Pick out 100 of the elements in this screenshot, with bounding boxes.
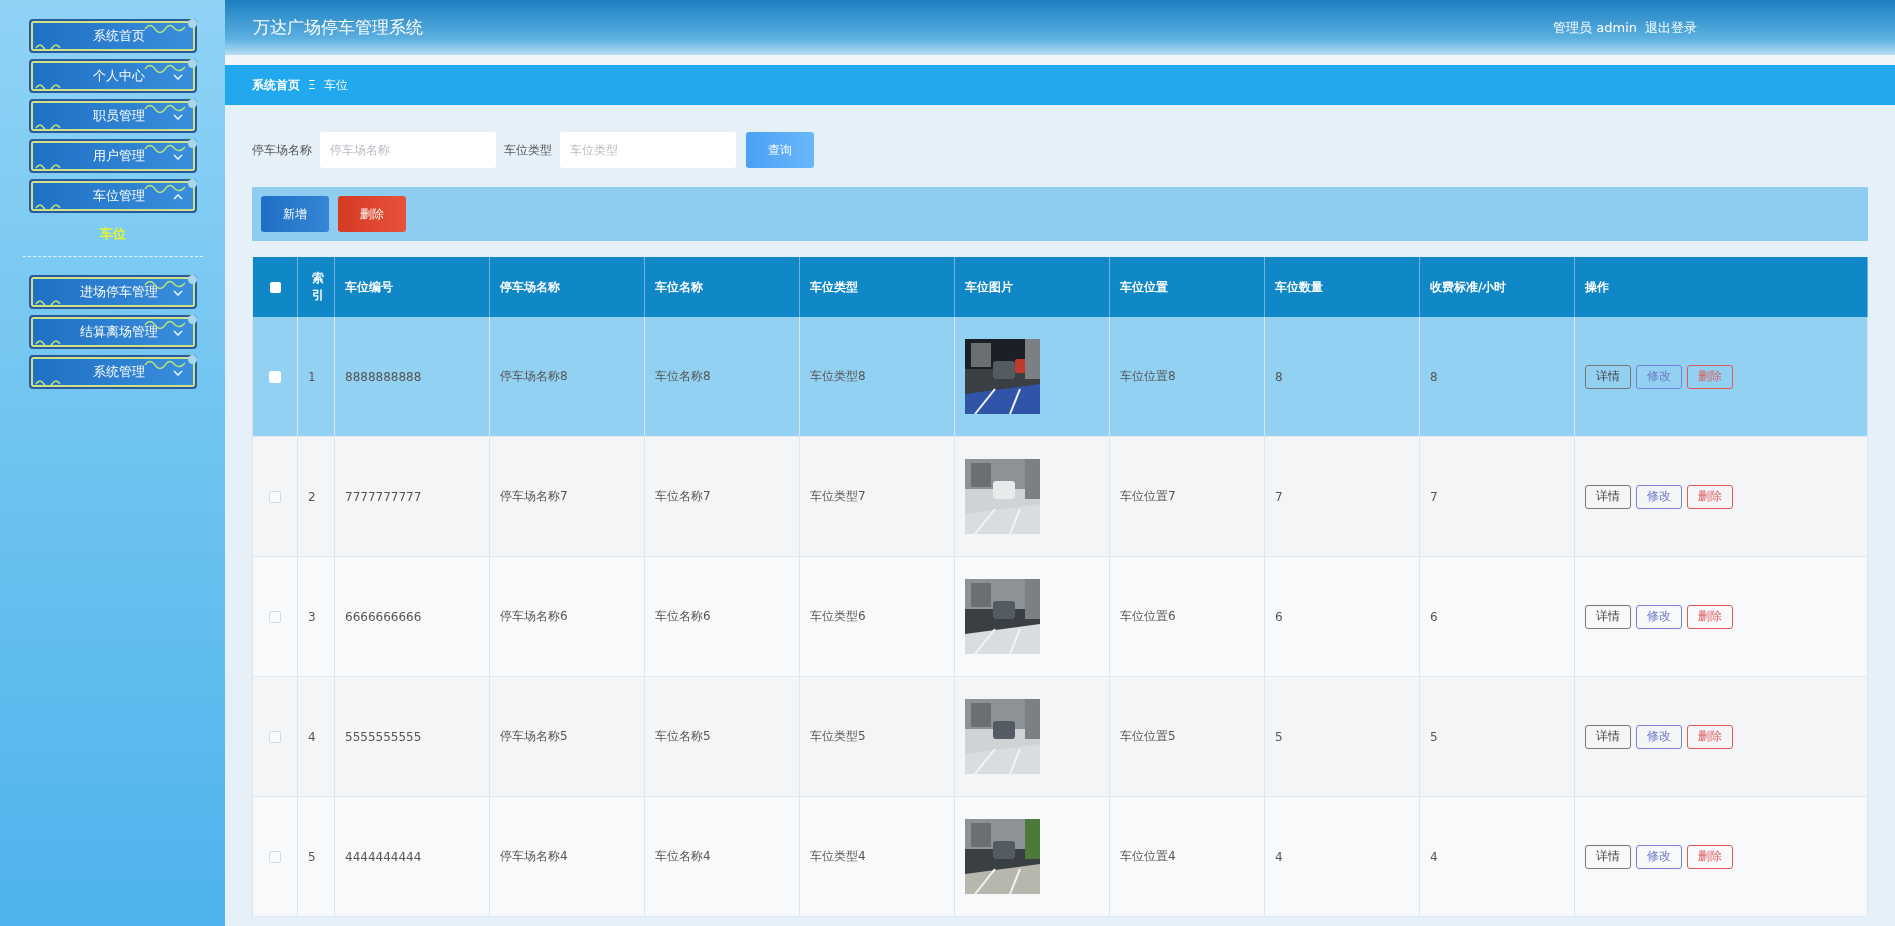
table-cell: 4444444444 <box>335 797 490 916</box>
delete-button[interactable]: 删除 <box>1687 484 1733 509</box>
logout-link[interactable]: 退出登录 <box>1645 18 1697 37</box>
dot-icon <box>187 139 197 148</box>
table-cell: 停车场名称8 <box>490 317 645 436</box>
table-cell: 6666666666 <box>335 557 490 676</box>
table-cell: 停车场名称4 <box>490 797 645 916</box>
table-row[interactable]: 1 8888888888 停车场名称8 车位名称8 车位类型8 车位位置8 8 8 详情 修改 删除 <box>253 317 1868 437</box>
delete-button[interactable]: 删除 <box>338 196 406 232</box>
search-button[interactable]: 查询 <box>746 132 814 168</box>
table-cell: 5555555555 <box>335 677 490 796</box>
table-cell: 7 <box>1420 437 1575 556</box>
table-cell: 8888888888 <box>335 317 490 436</box>
table-cell: 8 <box>1265 317 1420 436</box>
detail-button[interactable]: 详情 <box>1585 844 1631 869</box>
field-label: 停车场名称 <box>252 141 312 159</box>
table-cell: 3 <box>298 557 335 676</box>
table-cell: 车位位置6 <box>1110 557 1265 676</box>
menu-item[interactable]: 进场停车管理 <box>28 275 197 309</box>
chevron-icon <box>172 290 183 296</box>
edit-button[interactable]: 修改 <box>1636 604 1682 629</box>
chevron-icon <box>172 114 183 120</box>
table-cell: 5 <box>1420 677 1575 796</box>
dot-icon <box>187 59 197 68</box>
menu-item[interactable]: 结算离场管理 <box>28 315 197 349</box>
table-row[interactable]: 5 4444444444 停车场名称4 车位名称4 车位类型4 车位位置4 4 4 详情 修改 删除 <box>253 797 1868 917</box>
table-cell: 停车场名称7 <box>490 437 645 556</box>
table-cell: 4 <box>1420 797 1575 916</box>
checkbox[interactable] <box>269 490 281 503</box>
menu-item[interactable]: 系统首页 <box>28 19 197 53</box>
dot-icon <box>187 19 197 28</box>
edit-button[interactable]: 修改 <box>1636 724 1682 749</box>
breadcrumb-link[interactable]: 车位 <box>323 76 348 94</box>
table-cell: 6 <box>1420 557 1575 676</box>
table-cell: 4 <box>298 677 335 796</box>
table-cell: 车位位置7 <box>1110 437 1265 556</box>
checkbox[interactable] <box>269 730 281 743</box>
chevron-icon <box>172 370 183 376</box>
delete-button[interactable]: 删除 <box>1687 604 1733 629</box>
dot-icon <box>187 99 197 108</box>
chevron-icon <box>172 194 183 200</box>
dot-icon <box>187 355 197 364</box>
user-label: 管理员 admin <box>1553 18 1637 37</box>
detail-button[interactable]: 详情 <box>1585 604 1631 629</box>
table-cell: 车位名称7 <box>645 437 800 556</box>
table-cell: 8 <box>1420 317 1575 436</box>
chevron-icon <box>172 154 183 160</box>
detail-button[interactable]: 详情 <box>1585 364 1631 389</box>
table-cell: 车位名称4 <box>645 797 800 916</box>
table-cell: 2 <box>298 437 335 556</box>
app-title: 万达广场停车管理系统 <box>253 16 424 39</box>
dot-icon <box>187 179 197 188</box>
breadcrumb-link[interactable]: 系统首页 <box>252 76 300 94</box>
dot-icon <box>187 315 197 324</box>
edit-button[interactable]: 修改 <box>1636 364 1682 389</box>
breadcrumb-separator: Ξ <box>308 78 316 92</box>
checkbox[interactable] <box>269 281 281 293</box>
table-row[interactable]: 4 5555555555 停车场名称5 车位名称5 车位类型5 车位位置5 5 5 详情 修改 删除 <box>253 677 1868 797</box>
menu-item[interactable]: 车位管理 <box>28 179 197 213</box>
table-cell: 车位类型5 <box>800 677 955 796</box>
table-cell: 停车场名称6 <box>490 557 645 676</box>
table-cell: 车位名称6 <box>645 557 800 676</box>
table-cell: 车位位置4 <box>1110 797 1265 916</box>
detail-button[interactable]: 详情 <box>1585 484 1631 509</box>
table-cell: 5 <box>298 797 335 916</box>
chevron-icon <box>172 74 183 80</box>
table-cell: 车位类型7 <box>800 437 955 556</box>
detail-button[interactable]: 详情 <box>1585 724 1631 749</box>
table-cell: 车位名称5 <box>645 677 800 796</box>
table-cell: 停车场名称5 <box>490 677 645 796</box>
menu-item[interactable]: 用户管理 <box>28 139 197 173</box>
dot-icon <box>187 275 197 284</box>
menu-item[interactable]: 系统管理 <box>28 355 197 389</box>
table-cell: 5 <box>1265 677 1420 796</box>
table-cell: 1 <box>298 317 335 436</box>
edit-button[interactable]: 修改 <box>1636 844 1682 869</box>
table-cell: 车位位置8 <box>1110 317 1265 436</box>
table-row[interactable]: 3 6666666666 停车场名称6 车位名称6 车位类型6 车位位置6 6 6 详情 修改 删除 <box>253 557 1868 677</box>
add-button[interactable]: 新增 <box>261 196 329 232</box>
table-cell: 6 <box>1265 557 1420 676</box>
chevron-icon <box>172 330 183 336</box>
table-cell: 车位类型4 <box>800 797 955 916</box>
table-cell: 7 <box>1265 437 1420 556</box>
table-cell: 车位类型8 <box>800 317 955 436</box>
checkbox[interactable] <box>269 610 281 623</box>
table-cell: 车位名称8 <box>645 317 800 436</box>
edit-button[interactable]: 修改 <box>1636 484 1682 509</box>
search-field[interactable]: 车位类型 <box>560 132 736 168</box>
menu-item[interactable]: 职员管理 <box>28 99 197 133</box>
search-field[interactable]: 停车场名称 <box>320 132 496 168</box>
menu-item[interactable]: 个人中心 <box>28 59 197 93</box>
delete-button[interactable]: 删除 <box>1687 724 1733 749</box>
table-cell: 7777777777 <box>335 437 490 556</box>
checkbox[interactable] <box>269 850 281 863</box>
table-cell: 车位类型6 <box>800 557 955 676</box>
field-label: 车位类型 <box>504 141 552 159</box>
table-cell: 4 <box>1265 797 1420 916</box>
table-row[interactable]: 2 7777777777 停车场名称7 车位名称7 车位类型7 车位位置7 7 7 详情 修改 删除 <box>253 437 1868 557</box>
delete-button[interactable]: 删除 <box>1687 364 1733 389</box>
delete-button[interactable]: 删除 <box>1687 844 1733 869</box>
